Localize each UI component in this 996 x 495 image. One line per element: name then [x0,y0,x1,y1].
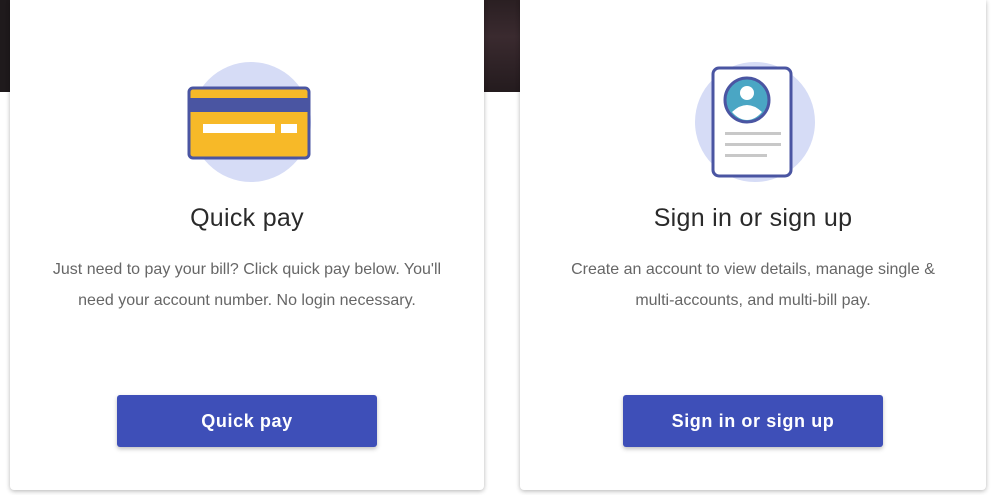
sign-in-button[interactable]: Sign in or sign up [623,395,883,447]
quick-pay-button[interactable]: Quick pay [117,395,377,447]
card-description: Just need to pay your bill? Click quick … [52,261,442,309]
card-title: Quick pay [190,204,304,232]
background-strip [484,0,520,92]
card-title: Sign in or sign up [653,204,853,232]
account-profile-icon [695,62,815,182]
card-description: Create an account to view details, manag… [571,261,935,309]
credit-card-icon [187,62,311,182]
quick-pay-card: Quick pay Just need to pay your bill? Cl… [10,0,484,490]
background-strip [0,0,10,92]
sign-in-card: Sign in or sign up Create an account to … [520,0,986,490]
